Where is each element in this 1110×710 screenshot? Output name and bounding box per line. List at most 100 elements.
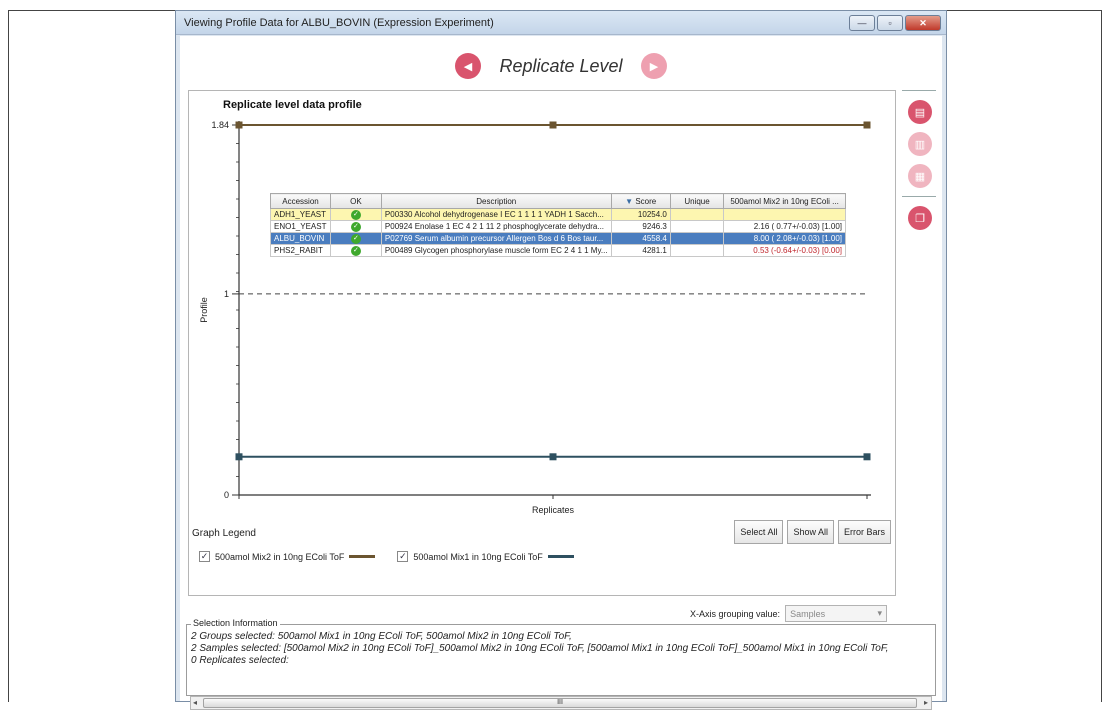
legend-label: 500amol Mix2 in 10ng EColi ToF [215,551,345,562]
scroll-right-icon[interactable]: ▸ [924,697,928,709]
selection-information: Selection Information 2 Groups selected:… [186,618,936,696]
table-body: ADH1_YEAST ✓ P00330 Alcohol dehydrogenase … [270,208,846,257]
series-point-2 [235,453,243,461]
cell-score: 4558.4 [610,232,671,245]
col-sample-value[interactable]: 500amol Mix2 in 10ng EColi ... [723,193,846,209]
cell-sample-value [723,208,846,221]
col-description[interactable]: Description [380,193,612,209]
col-unique[interactable]: Unique [669,193,725,209]
sort-desc-icon: ▼ [625,196,634,206]
minimize-button[interactable]: — [849,15,875,31]
window-title: Viewing Profile Data for ALBU_BOVIN (Exp… [184,16,494,29]
y-tick-label: 1.84 [211,120,229,130]
level-navigator: ◀ Replicate Level ▶ [180,46,942,86]
selection-line: 2 Samples selected: [500amol Mix2 in 10n… [191,643,889,654]
series-point-1 [549,121,557,129]
cell-ok: ✓ [329,232,382,245]
check-icon: ✓ [350,222,361,232]
check-icon: ✓ [350,246,361,256]
copy-icon[interactable]: ❐ [908,206,932,230]
selection-line: 0 Replicates selected: [191,655,289,666]
close-button[interactable]: ✕ [905,15,941,31]
legend-item-mix2: ✓ 500amol Mix2 in 10ng EColi ToF [199,551,376,562]
col-score[interactable]: ▼ Score [610,193,671,209]
x-axis-grouping-label: X-Axis grouping value: [690,608,781,619]
check-icon: ✓ [350,210,361,220]
legend-actions: Select All Show All Error Bars [734,520,891,544]
legend-swatch [349,555,376,558]
series-point-2 [863,453,871,461]
cell-score: 10254.0 [610,208,671,221]
cell-unique [669,244,725,257]
col-score-label: Score [635,196,657,206]
cell-score: 4281.1 [610,244,671,257]
profile-plot: 1.84 1 0 Replicates Profile [199,120,871,515]
right-arrow-icon[interactable]: ▶ [641,53,667,79]
series-point-1 [235,121,243,129]
show-all-button[interactable]: Show All [787,520,834,544]
level-title: Replicate Level [499,55,623,76]
restore-button[interactable]: ▫ [877,15,903,31]
cell-score: 9246.3 [610,220,671,233]
scrollbar-thumb[interactable]: III [203,698,917,708]
error-bars-button[interactable]: Error Bars [837,520,891,544]
cell-unique [669,208,725,221]
cell-description: P00330 Alcohol dehydrogenase I EC 1 1 1 … [380,208,612,221]
legend-swatch [547,555,574,558]
select-all-button[interactable]: Select All [734,520,784,544]
x-axis-grouping: X-Axis grouping value: Samples ▾ [690,605,888,622]
graph-legend-label: Graph Legend [192,528,256,539]
table-row[interactable]: ADH1_YEAST ✓ P00330 Alcohol dehydrogenase … [270,208,846,221]
chart-panel: Replicate level data profile 1.84 1 0 Repli… [188,90,896,596]
cell-description: P00924 Enolase 1 EC 4 2 1 11 2 phosphogl… [380,220,612,233]
cell-ok: ✓ [329,220,382,233]
histogram-icon[interactable]: ▦ [908,164,932,188]
selection-info-title: Selection Information [191,618,280,628]
window-client: ◀ Replicate Level ▶ ▤ ▥ ▦ ❐ Replicate le… [180,36,942,710]
toolbar-divider [902,196,936,197]
cell-description: P02769 Serum albumin precursor Allergen … [380,232,612,245]
x-axis-grouping-select[interactable]: Samples ▾ [785,605,888,622]
profile-window: Viewing Profile Data for ALBU_BOVIN (Exp… [175,10,947,710]
table-row[interactable]: ENO1_YEAST ✓ P00924 Enolase 1 EC 4 2 1 11 … [270,220,846,233]
window-controls: — ▫ ✕ [849,15,941,31]
legend-checkbox[interactable]: ✓ [397,551,409,562]
check-icon: ✓ [350,234,361,244]
bar-chart-icon[interactable]: ▥ [908,132,932,156]
scroll-left-icon[interactable]: ◂ [193,697,197,709]
cell-accession: PHS2_RABIT [270,244,331,257]
cell-accession: ENO1_YEAST [270,220,331,233]
selection-line: 2 Groups selected: 500amol Mix1 in 10ng … [191,631,572,642]
line-chart-icon[interactable]: ▤ [908,100,932,124]
y-tick-label: 1 [224,289,229,299]
cell-sample-value: 0.53 (-0.64+/-0.03) [0.00] [723,244,846,257]
view-toolbar: ▤ ▥ ▦ ❐ [900,88,940,258]
col-accession[interactable]: Accession [270,193,331,209]
graph-legend: ✓ 500amol Mix2 in 10ng EColi ToF ✓ 500am… [199,551,574,562]
protein-table: Accession OK Description ▼ Score Unique … [270,193,846,257]
cell-ok: ✓ [329,208,382,221]
table-header-row: Accession OK Description ▼ Score Unique … [270,193,846,209]
legend-label: 500amol Mix1 in 10ng EColi ToF [413,551,543,562]
cell-sample-value: 8.00 ( 2.08+/-0.03) [1.00] [723,232,846,245]
left-arrow-icon[interactable]: ◀ [455,53,481,79]
legend-item-mix1: ✓ 500amol Mix1 in 10ng EColi ToF [397,551,574,562]
chevron-down-icon: ▾ [877,608,883,618]
legend-checkbox[interactable]: ✓ [199,551,210,562]
y-tick-label: 0 [224,490,229,500]
table-row[interactable]: ALBU_BOVIN ✓ P02769 Serum albumin precurso… [270,232,846,245]
window-titlebar: Viewing Profile Data for ALBU_BOVIN (Exp… [176,11,946,35]
cell-unique [669,232,725,245]
horizontal-scrollbar[interactable]: ◂ III ▸ [190,696,932,710]
cell-accession: ALBU_BOVIN [270,232,331,245]
cell-ok: ✓ [329,244,382,257]
col-ok[interactable]: OK [329,193,382,209]
series-point-2 [549,453,557,461]
cell-accession: ADH1_YEAST [270,208,331,221]
series-point-1 [863,121,871,129]
selection-info-text: 2 Groups selected: 500amol Mix1 in 10ng … [191,631,888,667]
cell-sample-value: 2.16 ( 0.77+/-0.03) [1.00] [723,220,846,233]
y-axis-label: Profile [199,297,209,323]
table-row[interactable]: PHS2_RABIT ✓ P00489 Glycogen phosphorylase… [270,244,846,257]
toolbar-divider [902,90,936,91]
